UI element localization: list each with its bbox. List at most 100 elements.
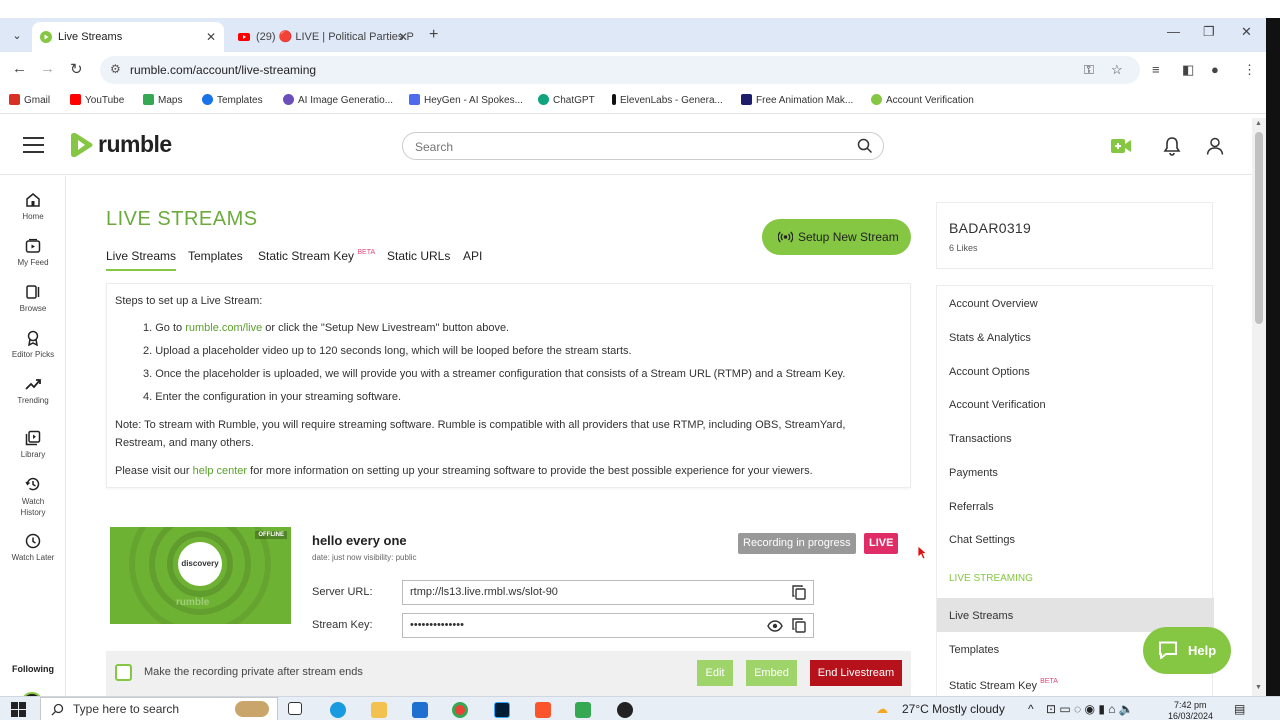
private-recording-checkbox[interactable] xyxy=(115,664,132,681)
notification-center-icon[interactable]: ▤ xyxy=(1234,702,1245,716)
password-key-icon[interactable]: ⚿ xyxy=(1084,62,1094,78)
search-icon[interactable] xyxy=(857,138,873,154)
close-window-icon[interactable]: ✕ xyxy=(1241,24,1252,40)
close-tab-icon[interactable]: ✕ xyxy=(398,22,408,52)
weather-icon[interactable]: ☁ xyxy=(876,702,888,716)
subtab-templates[interactable]: Templates xyxy=(188,249,243,263)
bookmark-templates[interactable]: Templates xyxy=(202,94,263,106)
tab-live-streams[interactable]: Live Streams ✕ xyxy=(32,22,224,52)
hamburger-menu-icon[interactable] xyxy=(23,137,44,153)
go-live-camera-icon[interactable] xyxy=(1110,136,1132,156)
play-store-icon[interactable] xyxy=(575,702,591,718)
menu-account-options[interactable]: Account Options xyxy=(949,366,1030,378)
end-livestream-button[interactable]: End Livestream xyxy=(810,660,902,686)
show-key-eye-icon[interactable] xyxy=(767,620,783,632)
edit-button[interactable]: Edit xyxy=(697,660,733,686)
media-control-icon[interactable]: ≡ xyxy=(1152,62,1160,77)
taskbar-search-box[interactable]: Type here to search xyxy=(40,697,278,720)
scroll-up-icon[interactable]: ▲ xyxy=(1255,120,1262,127)
bookmark-elevenlabs[interactable]: ElevenLabs - Genera... xyxy=(612,94,723,106)
menu-account-overview[interactable]: Account Overview xyxy=(949,298,1038,310)
menu-account-verification[interactable]: Account Verification xyxy=(949,399,1046,411)
bookmark-animation[interactable]: Free Animation Mak... xyxy=(741,94,853,106)
stream-key-value[interactable]: •••••••••••••• xyxy=(410,619,464,631)
clock-date[interactable]: 16/03/2024 xyxy=(1168,711,1213,720)
menu-transactions[interactable]: Transactions xyxy=(949,433,1012,445)
weather-text[interactable]: 27°C Mostly cloudy xyxy=(902,702,1005,716)
nav-home[interactable]: Home xyxy=(0,192,66,221)
stream-thumbnail[interactable]: OFFLINE discovery rumble xyxy=(110,527,291,624)
site-search-field[interactable] xyxy=(402,132,884,160)
rumble-logo[interactable]: rumble xyxy=(70,131,172,161)
username[interactable]: BADAR0319 xyxy=(949,220,1031,236)
search-input[interactable] xyxy=(415,138,835,156)
site-info-icon[interactable]: ⚙ xyxy=(110,62,121,76)
close-tab-icon[interactable]: ✕ xyxy=(206,22,216,52)
omnibox[interactable]: ⚙ rumble.com/account/live-streaming ⚿ ☆ xyxy=(100,56,1140,84)
bookmark-heygen[interactable]: HeyGen - AI Spokes... xyxy=(409,94,523,106)
forward-icon[interactable]: → xyxy=(40,60,55,77)
clock-time[interactable]: 7:42 pm xyxy=(1174,700,1207,710)
menu-chat-settings[interactable]: Chat Settings xyxy=(949,534,1015,546)
photoshop-icon[interactable] xyxy=(494,702,510,718)
subtab-static-urls[interactable]: Static URLs xyxy=(387,249,450,263)
brave-icon[interactable] xyxy=(535,702,551,718)
copy-icon[interactable] xyxy=(792,585,806,600)
bookmark-maps[interactable]: Maps xyxy=(143,94,182,106)
page-scrollbar[interactable]: ▲ ▼ xyxy=(1252,118,1266,696)
nav-trending[interactable]: Trending xyxy=(0,376,66,405)
file-explorer-icon[interactable] xyxy=(371,702,387,718)
obs-icon[interactable] xyxy=(617,702,633,718)
subtab-live-streams[interactable]: Live Streams xyxy=(106,249,177,271)
bookmark-ai-image[interactable]: AI Image Generatio... xyxy=(283,94,393,106)
minimize-icon[interactable]: — xyxy=(1167,24,1180,39)
back-icon[interactable]: ← xyxy=(12,60,27,77)
windows-start-icon[interactable] xyxy=(11,702,26,717)
copy-icon[interactable] xyxy=(792,618,806,633)
tray-icons[interactable]: ⊡ ▭ ◌ ◉ ▮ ⌂ 🔈 xyxy=(1046,702,1134,716)
menu-live-streams[interactable]: Live Streams xyxy=(949,610,1013,622)
bookmark-chatgpt[interactable]: ChatGPT xyxy=(538,94,595,106)
tab-search-icon[interactable]: ⌄ xyxy=(8,27,26,45)
scrollbar-thumb[interactable] xyxy=(1255,132,1263,324)
task-view-icon[interactable] xyxy=(288,702,302,715)
subtab-api[interactable]: API xyxy=(463,249,482,263)
stream-key-field[interactable]: •••••••••••••• xyxy=(402,613,814,638)
setup-new-stream-button[interactable]: Setup New Stream xyxy=(762,219,911,255)
nav-library[interactable]: Library xyxy=(0,430,66,459)
menu-payments[interactable]: Payments xyxy=(949,467,998,479)
nav-watch-later[interactable]: Watch Later xyxy=(0,533,66,562)
embed-button[interactable]: Embed xyxy=(746,660,797,686)
menu-static-stream-key[interactable]: Static Stream Key BETA xyxy=(949,678,1058,692)
nav-watch-history[interactable]: Watch History xyxy=(0,476,66,518)
menu-referrals[interactable]: Referrals xyxy=(949,501,994,513)
restore-icon[interactable]: ❐ xyxy=(1203,24,1215,40)
profile-avatar-icon[interactable]: ● xyxy=(1211,62,1219,77)
menu-templates[interactable]: Templates xyxy=(949,644,999,656)
stream-title[interactable]: hello every one xyxy=(312,533,407,548)
nav-my-feed[interactable]: My Feed xyxy=(0,238,66,267)
notifications-bell-icon[interactable] xyxy=(1163,136,1181,156)
chrome-icon[interactable] xyxy=(452,702,468,718)
bookmark-youtube[interactable]: YouTube xyxy=(70,94,124,106)
user-account-icon[interactable] xyxy=(1205,136,1225,156)
subtab-static-stream-key[interactable]: Static Stream Key BETA xyxy=(258,249,375,263)
reload-icon[interactable]: ↻ xyxy=(70,60,83,78)
nav-browse[interactable]: Browse xyxy=(0,284,66,313)
new-tab-icon[interactable]: + xyxy=(429,26,438,44)
tray-expand-icon[interactable]: ^ xyxy=(1028,702,1034,716)
mail-icon[interactable] xyxy=(412,702,428,718)
edge-browser-icon[interactable] xyxy=(330,702,346,718)
browser-menu-icon[interactable]: ⋮ xyxy=(1243,62,1256,78)
scroll-down-icon[interactable]: ▼ xyxy=(1255,684,1262,691)
rumble-live-link[interactable]: rumble.com/live xyxy=(185,322,262,334)
url-text[interactable]: rumble.com/account/live-streaming xyxy=(130,63,316,77)
help-center-link[interactable]: help center xyxy=(193,465,247,477)
bookmark-star-icon[interactable]: ☆ xyxy=(1111,62,1123,78)
menu-stats-analytics[interactable]: Stats & Analytics xyxy=(949,332,1031,344)
side-panel-icon[interactable]: ◧ xyxy=(1182,62,1194,78)
private-recording-label[interactable]: Make the recording private after stream … xyxy=(144,666,363,678)
tab-youtube-live[interactable]: (29) 🔴 LIVE | Political Parties P ✕ xyxy=(230,22,416,52)
server-url-value[interactable]: rtmp://ls13.live.rmbl.ws/slot-90 xyxy=(410,586,558,598)
help-button[interactable]: Help xyxy=(1143,627,1231,674)
